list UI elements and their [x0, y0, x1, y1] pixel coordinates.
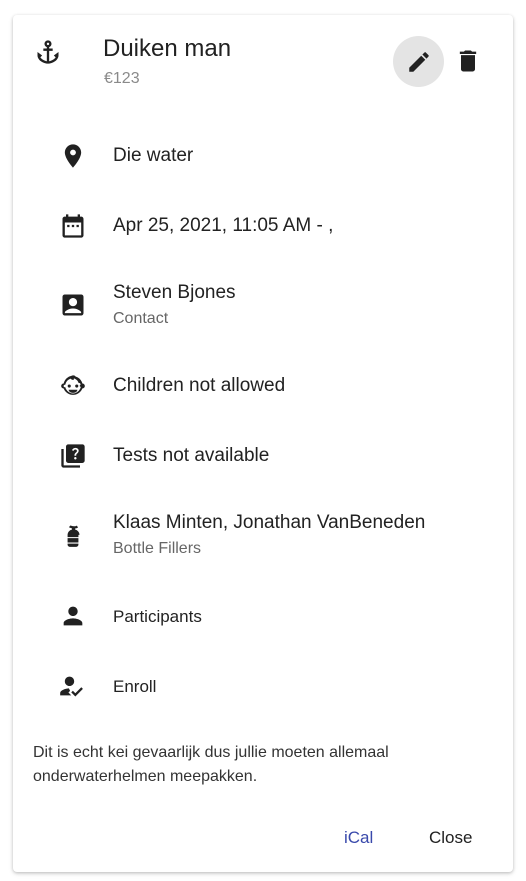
event-price: €123	[104, 70, 140, 87]
trash-icon	[454, 47, 482, 75]
enroll-button[interactable]: Enroll	[113, 677, 156, 697]
baby-face-icon	[55, 368, 91, 404]
fire-extinguisher-icon	[55, 518, 91, 554]
contact-name: Steven Bjones	[113, 282, 236, 303]
event-detail-dialog: Duiken man €123 Die water Apr 25, 2021, …	[13, 15, 513, 872]
edit-button[interactable]	[393, 36, 444, 87]
bottle-fillers-label: Bottle Fillers	[113, 540, 202, 557]
event-description: Dit is echt kei gevaarlijk dus jullie mo…	[33, 744, 389, 785]
contact-label: Contact	[113, 310, 169, 327]
delete-button[interactable]	[447, 43, 489, 79]
participants-link[interactable]: Participants	[113, 607, 202, 627]
anchor-icon	[33, 37, 63, 67]
quiz-icon	[55, 438, 91, 474]
tests-text: Tests not available	[113, 445, 270, 466]
person-icon	[55, 598, 91, 634]
location-text: Die water	[113, 145, 194, 166]
ical-button[interactable]: iCal	[336, 825, 381, 851]
pencil-icon	[406, 49, 432, 75]
event-title: Duiken man	[103, 35, 232, 62]
calendar-icon	[55, 208, 91, 244]
bottle-fillers-names: Klaas Minten, Jonathan VanBeneden	[113, 512, 426, 533]
close-button[interactable]: Close	[421, 825, 480, 851]
map-pin-icon	[55, 138, 91, 174]
datetime-text: Apr 25, 2021, 11:05 AM - ,	[113, 215, 334, 236]
children-text: Children not allowed	[113, 375, 286, 396]
person-check-icon	[55, 668, 91, 704]
contact-card-icon	[55, 287, 91, 323]
